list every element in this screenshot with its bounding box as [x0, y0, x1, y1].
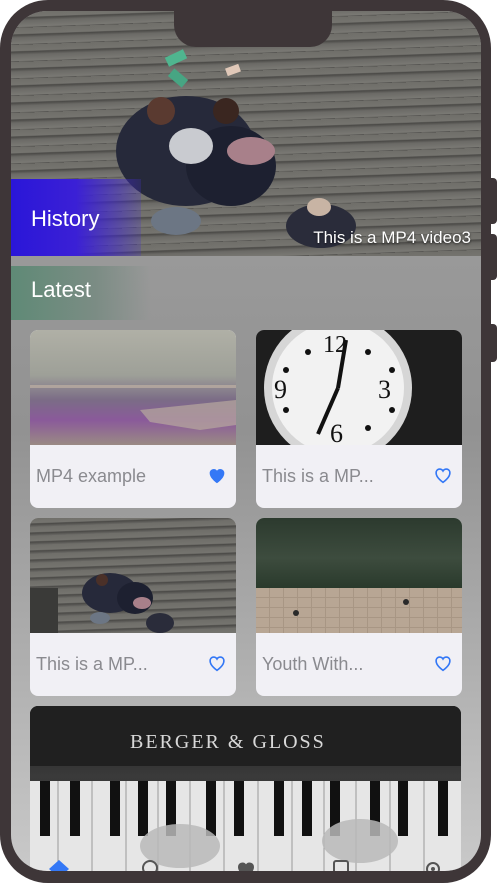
piano-thumbnail: BERGER & GLOSS — [30, 706, 461, 871]
piano-brand-text: BERGER & GLOSS — [130, 731, 326, 753]
document-icon[interactable] — [329, 857, 353, 871]
gear-icon[interactable] — [421, 857, 445, 871]
device-notch — [174, 11, 332, 47]
video-card-title: Youth With... — [262, 654, 364, 674]
heart-outline-icon[interactable] — [432, 652, 454, 674]
heart-filled-icon[interactable] — [206, 464, 228, 486]
app-screen: History This is a MP4 video3 Latest MP4 … — [11, 11, 481, 871]
video-thumbnail — [256, 518, 462, 633]
heart-outline-icon[interactable] — [206, 652, 228, 674]
video-thumbnail — [30, 330, 236, 445]
side-button-upper — [488, 178, 497, 224]
video-card[interactable]: 12 9 3 6 This is a MP... — [256, 330, 462, 508]
video-thumbnail: 12 9 3 6 — [256, 330, 462, 445]
featured-video-card[interactable]: BERGER & GLOSS — [30, 706, 461, 871]
heart-icon[interactable] — [234, 857, 258, 871]
video-card[interactable]: MP4 example — [30, 330, 236, 508]
video-card-title: MP4 example — [36, 466, 147, 486]
video-card[interactable]: This is a MP... — [30, 518, 236, 696]
svg-text:6: 6 — [330, 419, 343, 445]
latest-label: Latest — [31, 277, 91, 302]
hero-caption: This is a MP4 video3 — [313, 228, 471, 247]
svg-text:9: 9 — [274, 375, 287, 404]
hero-banner[interactable]: History This is a MP4 video3 — [11, 11, 481, 256]
search-icon[interactable] — [139, 857, 163, 871]
side-button-lower — [488, 324, 497, 362]
side-button-middle — [488, 234, 497, 280]
heart-outline-icon[interactable] — [432, 464, 454, 486]
video-thumbnail — [30, 518, 236, 633]
history-label: History — [31, 206, 100, 231]
svg-text:3: 3 — [378, 375, 391, 404]
video-card-title: This is a MP... — [36, 654, 148, 674]
home-icon[interactable] — [47, 857, 71, 871]
video-card-title: This is a MP... — [262, 466, 374, 486]
video-card[interactable]: Youth With... — [256, 518, 462, 696]
